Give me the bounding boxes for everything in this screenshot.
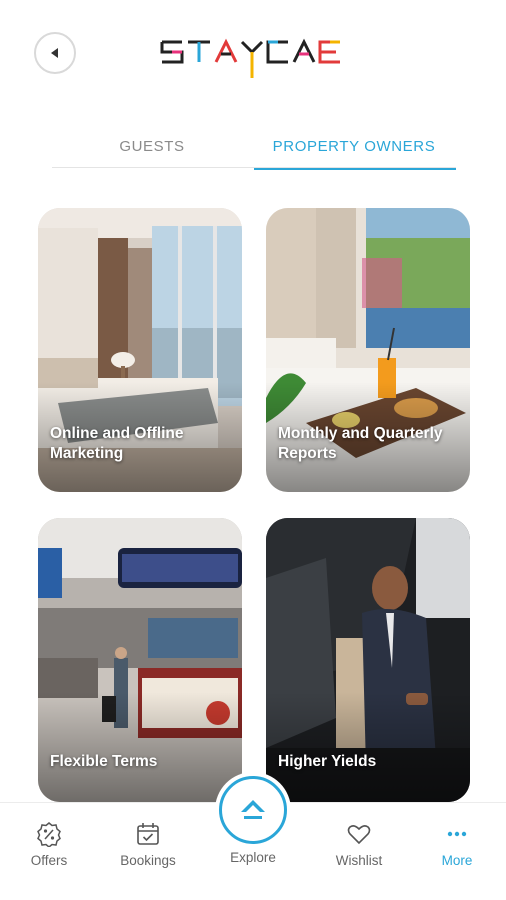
active-tab-indicator <box>254 168 456 170</box>
nav-wishlist[interactable]: Wishlist <box>314 821 404 868</box>
tab-guests[interactable]: GUESTS <box>52 138 252 168</box>
more-dots-icon <box>447 831 467 837</box>
card-higher-yields[interactable]: Higher Yields <box>266 518 470 802</box>
tab-property-owners-label: PROPERTY OWNERS <box>272 138 436 155</box>
nav-more[interactable]: More <box>412 821 502 868</box>
back-button[interactable] <box>34 32 76 74</box>
tab-property-owners[interactable]: PROPERTY OWNERS <box>252 138 456 170</box>
nav-bookings-label: Bookings <box>120 853 176 868</box>
nav-explore[interactable]: Explore <box>211 776 295 865</box>
card-title: Flexible Terms <box>50 753 158 770</box>
explore-home-icon <box>241 800 265 819</box>
explore-button[interactable] <box>219 776 287 844</box>
nav-wishlist-label: Wishlist <box>335 853 383 868</box>
nav-bookings[interactable]: Bookings <box>103 821 193 868</box>
card-title: Higher Yields <box>278 753 377 770</box>
heart-icon <box>347 825 371 845</box>
audience-tabs: GUESTS PROPERTY OWNERS <box>52 132 456 170</box>
nav-offers-label: Offers <box>30 853 68 868</box>
nav-more-label: More <box>441 853 473 868</box>
nav-explore-label: Explore <box>230 850 276 865</box>
calendar-check-icon <box>137 823 159 845</box>
back-arrow-icon <box>51 48 58 58</box>
percent-badge-icon <box>37 822 61 847</box>
card-online-offline-marketing[interactable]: Online and Offline Marketing <box>38 208 242 492</box>
card-title: Online and Offline Marketing <box>50 425 184 462</box>
card-flexible-terms[interactable]: Flexible Terms <box>38 518 242 802</box>
nav-offers[interactable]: Offers <box>4 821 94 868</box>
staycae-logo <box>160 38 340 78</box>
card-monthly-quarterly-reports[interactable]: Monthly and Quarterly Reports <box>266 208 470 492</box>
card-title: Monthly and Quarterly Reports <box>278 425 443 462</box>
